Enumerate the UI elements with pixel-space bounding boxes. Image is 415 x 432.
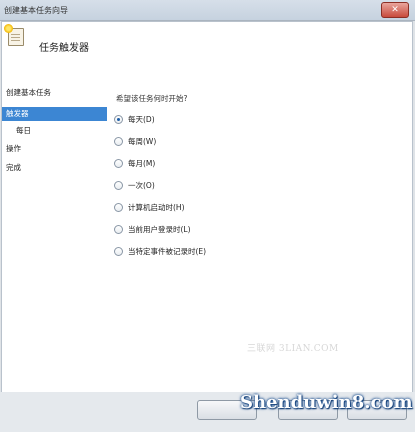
radio-monthly[interactable] bbox=[114, 158, 123, 168]
page-title: 任务触发器 bbox=[39, 43, 89, 54]
radio-once[interactable] bbox=[114, 180, 123, 190]
title-bar: 创建基本任务向导 ✕ bbox=[0, 0, 415, 21]
option-label: 计算机启动时(H) bbox=[128, 202, 185, 212]
question-label: 希望该任务何时开始? bbox=[116, 94, 188, 103]
option-label: 当特定事件被记录时(E) bbox=[128, 246, 207, 256]
option-monthly[interactable]: 每月(M) bbox=[114, 157, 155, 169]
wizard-step-list: 创建基本任务 触发器 每日 操作 完成 bbox=[2, 86, 107, 286]
option-event[interactable]: 当特定事件被记录时(E) bbox=[114, 245, 206, 257]
trigger-options: 希望该任务何时开始? 每天(D) 每周(W) 每月(M) 一次(O) 计算机启动… bbox=[114, 86, 404, 326]
wizard-panel: 任务触发器 创建基本任务 触发器 每日 操作 完成 希望该任务何时开始? 每天(… bbox=[1, 21, 413, 393]
radio-startup[interactable] bbox=[114, 202, 123, 212]
option-label: 一次(O) bbox=[128, 180, 155, 190]
close-button[interactable]: ✕ bbox=[381, 2, 409, 18]
option-daily[interactable]: 每天(D) bbox=[114, 113, 155, 125]
option-once[interactable]: 一次(O) bbox=[114, 179, 155, 191]
radio-weekly[interactable] bbox=[114, 136, 123, 146]
radio-event[interactable] bbox=[114, 246, 123, 256]
wizard-header: 任务触发器 bbox=[2, 22, 412, 78]
option-startup[interactable]: 计算机启动时(H) bbox=[114, 201, 185, 213]
option-weekly[interactable]: 每周(W) bbox=[114, 135, 156, 147]
step-daily[interactable]: 每日 bbox=[2, 124, 107, 138]
step-action[interactable]: 操作 bbox=[2, 142, 107, 156]
option-label: 每月(M) bbox=[128, 158, 156, 168]
site-watermark: 三联网 3LIAN.COM bbox=[247, 344, 339, 354]
option-label: 每天(D) bbox=[128, 114, 155, 124]
option-label: 当前用户登录时(L) bbox=[128, 224, 191, 234]
option-logon[interactable]: 当前用户登录时(L) bbox=[114, 223, 191, 235]
radio-daily[interactable] bbox=[114, 114, 123, 124]
window-title: 创建基本任务向导 bbox=[4, 6, 68, 15]
step-finish[interactable]: 完成 bbox=[2, 161, 107, 175]
task-scheduler-icon bbox=[4, 24, 24, 46]
step-trigger[interactable]: 触发器 bbox=[2, 107, 107, 121]
brand-watermark: Shenduwin8.com bbox=[240, 392, 413, 413]
step-create-basic-task[interactable]: 创建基本任务 bbox=[2, 86, 107, 100]
option-label: 每周(W) bbox=[128, 136, 157, 146]
close-icon: ✕ bbox=[391, 5, 399, 15]
radio-logon[interactable] bbox=[114, 224, 123, 234]
